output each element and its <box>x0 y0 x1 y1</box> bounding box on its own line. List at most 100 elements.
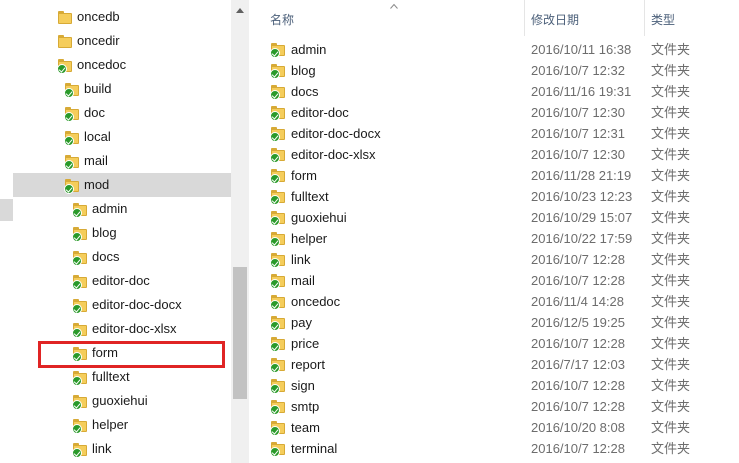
tree-item-helper[interactable]: helper <box>0 413 231 437</box>
file-type: 文件夹 <box>651 441 691 456</box>
tree-item-doc[interactable]: doc <box>0 101 231 125</box>
tree-item-mail[interactable]: mail <box>0 149 231 173</box>
tree-item-editor-doc-xlsx[interactable]: editor-doc-xlsx <box>0 317 231 341</box>
file-date: 2016/11/28 21:19 <box>531 168 632 183</box>
file-type: 文件夹 <box>651 189 691 204</box>
file-name: helper <box>291 231 328 246</box>
file-row-price[interactable]: price 2016/10/7 12:28 文件夹 <box>249 333 739 354</box>
file-name: guoxiehui <box>291 210 347 225</box>
green-check-overlay-icon <box>270 342 280 352</box>
file-row-pay[interactable]: pay 2016/12/5 19:25 文件夹 <box>249 312 739 333</box>
file-date: 2016/10/29 15:07 <box>531 210 633 225</box>
folder-icon <box>270 41 286 58</box>
folder-icon <box>270 209 286 226</box>
tree-item-oncedoc[interactable]: oncedoc <box>0 53 231 77</box>
file-date: 2016/10/7 12:28 <box>531 399 625 414</box>
file-row-editor-doc-xlsx[interactable]: editor-doc-xlsx 2016/10/7 12:30 文件夹 <box>249 144 739 165</box>
file-type: 文件夹 <box>651 315 691 330</box>
file-date: 2016/10/7 12:30 <box>531 147 625 162</box>
tree-item-link[interactable]: link <box>0 437 231 461</box>
file-name: link <box>291 252 311 267</box>
file-list: 名称 修改日期 类型 admin 2016/10/11 16:38 文件夹 blog 2… <box>249 0 739 463</box>
file-name: smtp <box>291 399 320 414</box>
folder-icon <box>270 251 286 268</box>
tree-item-build[interactable]: build <box>0 77 231 101</box>
green-check-overlay-icon <box>270 48 280 58</box>
file-name: pay <box>291 315 312 330</box>
tree-item-docs[interactable]: docs <box>0 245 231 269</box>
tree-item-guoxiehui[interactable]: guoxiehui <box>0 389 231 413</box>
tree-item-editor-doc-docx[interactable]: editor-doc-docx <box>0 293 231 317</box>
file-type: 文件夹 <box>651 273 691 288</box>
file-row-editor-doc[interactable]: editor-doc 2016/10/7 12:30 文件夹 <box>249 102 739 123</box>
folder-icon <box>57 33 73 49</box>
green-check-overlay-icon <box>64 112 74 122</box>
folder-icon <box>270 230 286 247</box>
navigation-scrollbar[interactable] <box>231 0 249 463</box>
tree-item-local[interactable]: local <box>0 125 231 149</box>
green-check-overlay-icon <box>64 160 74 170</box>
column-header-date[interactable]: 修改日期 <box>525 0 645 36</box>
folder-icon <box>270 104 286 121</box>
tree-item-admin[interactable]: admin <box>0 197 231 221</box>
file-date: 2016/10/7 12:31 <box>531 126 625 141</box>
file-type: 文件夹 <box>651 252 691 267</box>
tree-item-editor-doc[interactable]: editor-doc <box>0 269 231 293</box>
folder-icon <box>270 377 286 394</box>
file-type: 文件夹 <box>651 210 691 225</box>
file-row-oncedoc[interactable]: oncedoc 2016/11/4 14:28 文件夹 <box>249 291 739 312</box>
file-row-admin[interactable]: admin 2016/10/11 16:38 文件夹 <box>249 39 739 60</box>
tree-item-label: build <box>84 81 112 96</box>
file-date: 2016/10/22 17:59 <box>531 231 633 246</box>
file-row-fulltext[interactable]: fulltext 2016/10/23 12:23 文件夹 <box>249 186 739 207</box>
file-date: 2016/10/20 8:08 <box>531 420 625 435</box>
file-name: admin <box>291 42 327 57</box>
file-row-guoxiehui[interactable]: guoxiehui 2016/10/29 15:07 文件夹 <box>249 207 739 228</box>
file-row-terminal[interactable]: terminal 2016/10/7 12:28 文件夹 <box>249 438 739 459</box>
folder-icon <box>72 441 88 458</box>
file-row-smtp[interactable]: smtp 2016/10/7 12:28 文件夹 <box>249 396 739 417</box>
tree-item-oncedir[interactable]: oncedir <box>0 29 231 53</box>
file-type: 文件夹 <box>651 42 691 57</box>
file-name: report <box>291 357 325 372</box>
tree-item-oncedb[interactable]: oncedb <box>0 5 231 29</box>
folder-icon <box>72 297 88 314</box>
folder-icon <box>72 249 88 266</box>
tree-item-mod[interactable]: mod <box>13 173 231 197</box>
column-header-name[interactable]: 名称 <box>249 0 525 36</box>
folder-icon <box>64 177 80 194</box>
folder-icon <box>57 9 73 25</box>
file-date: 2016/11/4 14:28 <box>531 294 625 309</box>
scrollbar-thumb[interactable] <box>233 267 247 399</box>
column-header-type[interactable]: 类型 <box>645 0 739 36</box>
tree-item-blog[interactable]: blog <box>0 221 231 245</box>
file-row-docs[interactable]: docs 2016/11/16 19:31 文件夹 <box>249 81 739 102</box>
green-check-overlay-icon <box>72 376 82 386</box>
file-row-mail[interactable]: mail 2016/10/7 12:28 文件夹 <box>249 270 739 291</box>
file-row-helper[interactable]: helper 2016/10/22 17:59 文件夹 <box>249 228 739 249</box>
green-check-overlay-icon <box>72 232 82 242</box>
file-row-form[interactable]: form 2016/11/28 21:19 文件夹 <box>249 165 739 186</box>
tree-item-label: editor-doc-docx <box>92 297 182 312</box>
file-name: fulltext <box>291 189 329 204</box>
file-row-report[interactable]: report 2016/7/17 12:03 文件夹 <box>249 354 739 375</box>
file-row-sign[interactable]: sign 2016/10/7 12:28 文件夹 <box>249 375 739 396</box>
green-check-overlay-icon <box>72 280 82 290</box>
file-name: blog <box>291 63 316 78</box>
file-type: 文件夹 <box>651 357 691 372</box>
tree-item-fulltext[interactable]: fulltext <box>0 365 231 389</box>
file-row-editor-doc-docx[interactable]: editor-doc-docx 2016/10/7 12:31 文件夹 <box>249 123 739 144</box>
folder-icon <box>270 83 286 100</box>
file-row-team[interactable]: team 2016/10/20 8:08 文件夹 <box>249 417 739 438</box>
file-row-link[interactable]: link 2016/10/7 12:28 文件夹 <box>249 249 739 270</box>
file-row-blog[interactable]: blog 2016/10/7 12:32 文件夹 <box>249 60 739 81</box>
file-name: editor-doc-xlsx <box>291 147 376 162</box>
scroll-up-arrow-icon[interactable] <box>236 8 244 13</box>
green-check-overlay-icon <box>72 304 82 314</box>
file-date: 2016/10/7 12:28 <box>531 273 625 288</box>
file-type: 文件夹 <box>651 336 691 351</box>
green-check-overlay-icon <box>270 237 280 247</box>
green-check-overlay-icon <box>270 69 280 79</box>
file-type: 文件夹 <box>651 168 691 183</box>
column-header-date-label: 修改日期 <box>531 13 580 27</box>
